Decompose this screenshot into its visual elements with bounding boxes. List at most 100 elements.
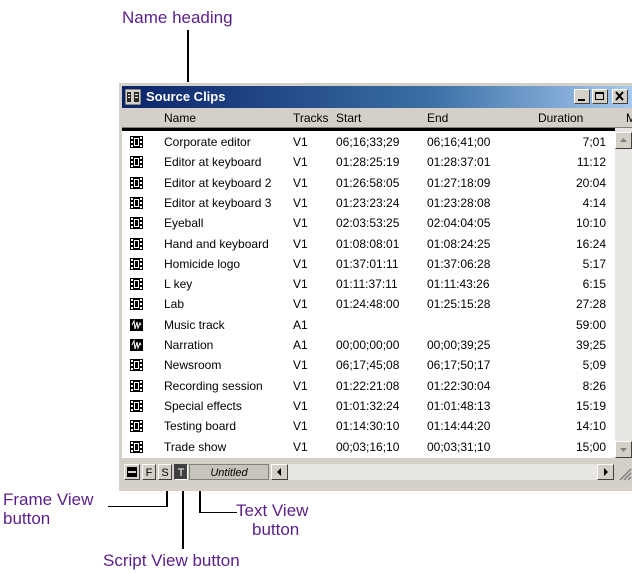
cell-end: 01:27:18:09 xyxy=(427,175,491,190)
minimize-button[interactable] xyxy=(574,89,590,104)
cell-name: Lab xyxy=(164,297,185,312)
cell-duration: 4:14 xyxy=(582,195,606,210)
audio-clip-icon xyxy=(130,339,143,351)
cell-name: Editor at keyboard xyxy=(164,155,262,170)
cell-duration: 59:00 xyxy=(575,317,606,332)
cell-name: Trade show xyxy=(164,439,227,454)
column-header-more[interactable]: M xyxy=(626,111,632,125)
cell-tracks: V1 xyxy=(293,398,308,413)
cell-tracks: V1 xyxy=(293,378,308,393)
untitled-view-menu[interactable]: Untitled xyxy=(189,464,269,480)
cell-duration: 8:26 xyxy=(582,378,606,393)
clip-row[interactable]: Eyeball V1 02:03:53:25 02:04:04:05 10:10 xyxy=(122,213,614,233)
maximize-button[interactable] xyxy=(592,89,608,104)
text-view-callout-line2: button xyxy=(252,520,300,539)
scroll-left-button[interactable] xyxy=(271,464,288,480)
cell-duration: 5:17 xyxy=(582,256,606,271)
cell-tracks: V1 xyxy=(293,135,308,149)
cell-start: 01:26:58:05 xyxy=(336,175,400,190)
vertical-scrollbar[interactable] xyxy=(615,128,632,458)
clip-row[interactable]: Music track A1 59:00 xyxy=(122,315,614,335)
cell-duration: 10:10 xyxy=(575,216,606,231)
maximize-icon xyxy=(595,92,604,100)
video-clip-icon xyxy=(130,379,143,392)
clip-row[interactable]: Lab V1 01:24:48:00 01:25:15:28 27:28 xyxy=(122,294,614,314)
cell-start: 01:28:25:19 xyxy=(336,155,400,170)
cell-start: 00;00;00;00 xyxy=(336,338,400,352)
bin-menu-button[interactable] xyxy=(124,464,140,480)
cell-duration: 5;09 xyxy=(582,358,606,373)
cell-end: 01:08:24:25 xyxy=(427,236,491,251)
script-view-button[interactable]: S xyxy=(158,464,172,480)
column-header-duration[interactable]: Duration xyxy=(538,111,583,125)
cell-name: Hand and keyboard xyxy=(164,236,269,251)
clip-row[interactable]: Editor at keyboard V1 01:28:25:19 01:28:37:… xyxy=(122,152,614,172)
scroll-up-button[interactable] xyxy=(615,132,632,149)
video-clip-icon xyxy=(130,257,143,270)
bin-bottom-bar: F S T Untitled xyxy=(122,463,632,483)
video-clip-icon xyxy=(130,298,143,311)
cell-name: Eyeball xyxy=(164,216,204,231)
resize-grip-icon[interactable] xyxy=(616,465,632,481)
cell-tracks: V1 xyxy=(293,419,308,434)
cell-end: 01:28:37:01 xyxy=(427,155,491,170)
clip-row[interactable]: Testing board V1 01:14:30:10 01:14:44:20 14:… xyxy=(122,416,614,436)
column-header-name[interactable]: Name xyxy=(164,111,196,125)
cell-duration: 27:28 xyxy=(575,297,606,312)
cell-tracks: V1 xyxy=(293,297,308,312)
cell-duration: 11:12 xyxy=(576,155,606,170)
clip-row[interactable]: Homicide logo V1 01:37:01:11 01:37:06:28 5:1… xyxy=(122,254,614,274)
clip-row[interactable]: Newsroom V1 06;17;45;08 06;17;50;17 5;09 xyxy=(122,355,614,375)
clip-row[interactable]: Special effects V1 01:01:32:24 01:01:48:13 1… xyxy=(122,396,614,416)
clip-row[interactable]: Hand and keyboard V1 01:08:08:01 01:08:24:2… xyxy=(122,234,614,254)
source-clips-window: Source Clips Name Tracks Start End Durat… xyxy=(118,82,632,491)
clip-list: Name Tracks Start End Duration M Corpora… xyxy=(122,108,632,458)
cell-duration: 7;01 xyxy=(582,135,606,149)
cell-tracks: V1 xyxy=(293,439,308,454)
cell-tracks: V1 xyxy=(293,358,308,373)
frame-view-button[interactable]: F xyxy=(142,464,156,480)
column-header-end[interactable]: End xyxy=(427,111,448,125)
cell-tracks: V1 xyxy=(293,155,308,170)
cell-end: 01:23:28:08 xyxy=(427,195,491,210)
horizontal-scrollbar[interactable] xyxy=(271,464,614,480)
frame-view-callout-line2: button xyxy=(3,509,51,528)
cell-tracks: V1 xyxy=(293,216,308,231)
scroll-down-button[interactable] xyxy=(615,441,632,458)
cell-start: 01:01:32:24 xyxy=(336,398,400,413)
cell-name: L key xyxy=(164,277,193,292)
clip-row[interactable]: Recording session V1 01:22:21:08 01:22:30:0… xyxy=(122,376,614,396)
cell-duration: 14:10 xyxy=(575,419,606,434)
clip-row[interactable]: Editor at keyboard 3 V1 01:23:23:24 01:23:2… xyxy=(122,193,614,213)
column-header-tracks[interactable]: Tracks xyxy=(293,111,329,125)
cell-tracks: V1 xyxy=(293,175,308,190)
column-header-row: Name Tracks Start End Duration M xyxy=(122,108,632,128)
video-clip-icon xyxy=(130,196,143,209)
script-view-callout: Script View button xyxy=(103,551,240,570)
scroll-right-button[interactable] xyxy=(597,464,614,480)
cell-duration: 6:15 xyxy=(582,277,606,292)
cell-name: Recording session xyxy=(164,378,263,393)
cell-duration: 15;00 xyxy=(575,439,606,454)
clip-row[interactable]: Editor at keyboard 2 V1 01:26:58:05 01:27:1… xyxy=(122,173,614,193)
text-view-callout: Text View button xyxy=(236,501,308,539)
cell-name: Music track xyxy=(164,317,225,332)
cell-start: 01:22:21:08 xyxy=(336,378,400,393)
cell-end: 00;03;31;10 xyxy=(427,439,491,454)
cell-end: 01:37:06:28 xyxy=(427,256,491,271)
title-bar[interactable]: Source Clips xyxy=(122,86,632,108)
clip-row[interactable]: Narration A1 00;00;00;00 00;00;39;25 39;25 xyxy=(122,335,614,355)
cell-start: 00;03;16;10 xyxy=(336,439,400,454)
cell-end: 01:01:48:13 xyxy=(427,398,491,413)
cell-end: 01:14:44:20 xyxy=(427,419,491,434)
clip-row[interactable]: Trade show V1 00;03;16;10 00;03;31;10 15;00 xyxy=(122,437,614,457)
close-button[interactable] xyxy=(612,89,628,104)
cell-start: 02:03:53:25 xyxy=(336,216,400,231)
column-header-start[interactable]: Start xyxy=(336,111,361,125)
text-view-button[interactable]: T xyxy=(174,464,188,480)
video-clip-icon xyxy=(130,359,143,372)
clip-row[interactable]: Corporate editor V1 06;16;33;29 06;16;41;00… xyxy=(122,132,614,152)
clip-row[interactable]: L key V1 01:11:37:11 01:11:43:26 6:15 xyxy=(122,274,614,294)
window-title: Source Clips xyxy=(146,89,226,104)
video-clip-icon xyxy=(130,440,143,453)
